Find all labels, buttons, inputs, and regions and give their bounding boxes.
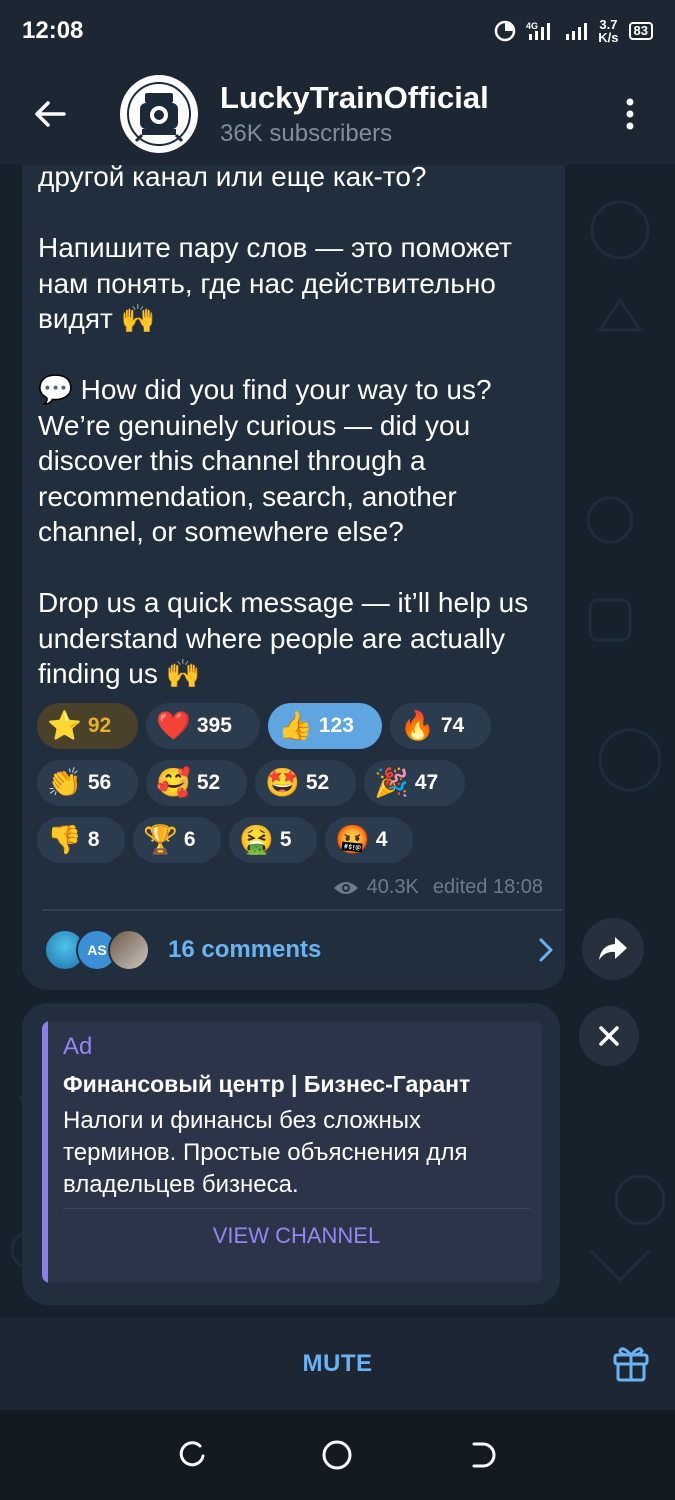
status-icons: 4G 3.7 K/s 83 xyxy=(494,18,653,44)
network-speed: 3.7 K/s xyxy=(598,17,619,45)
commenter-avatar xyxy=(108,929,150,971)
ad-label[interactable]: Ad xyxy=(63,1033,92,1061)
svg-text:4G: 4G xyxy=(526,21,538,31)
reaction-heart[interactable]: ❤️ 395 xyxy=(146,703,260,749)
bottom-bar: MUTE xyxy=(0,1317,675,1410)
chat-header: LuckyTrainOfficial 36K subscribers xyxy=(0,62,675,165)
recents-icon[interactable] xyxy=(177,1440,207,1470)
gift-icon xyxy=(613,1347,649,1382)
battery-indicator: 83 xyxy=(628,22,653,40)
train-logo-icon xyxy=(127,81,191,146)
mute-button[interactable]: MUTE xyxy=(303,1350,373,1378)
star-struck-icon: 🤩 xyxy=(265,767,300,798)
more-vertical-icon xyxy=(626,98,634,129)
reaction-fire[interactable]: 🔥 74 xyxy=(390,703,491,749)
edited-time: edited 18:08 xyxy=(432,876,543,898)
clap-icon: 👏 xyxy=(47,767,82,798)
share-arrow-icon xyxy=(599,937,627,960)
cell-signal-icon xyxy=(566,23,588,40)
close-icon xyxy=(599,1026,619,1046)
view-count: 40.3K xyxy=(366,876,419,898)
cursing-icon: 🤬 xyxy=(335,824,370,855)
reaction-star-struck[interactable]: 🤩 52 xyxy=(255,760,356,806)
status-bar: 12:08 4G 3.7 K/s 83 xyxy=(0,0,675,62)
message-bubble[interactable]: другой канал или еще как-то? Напишите па… xyxy=(22,165,565,990)
vomit-icon: 🤮 xyxy=(239,824,274,855)
chevron-right-icon xyxy=(539,938,553,962)
heart-icon: ❤️ xyxy=(156,710,191,741)
reaction-cursing[interactable]: 🤬 4 xyxy=(325,817,413,863)
cell-signal-4g-icon: 4G xyxy=(526,21,551,40)
system-navigation-bar xyxy=(0,1410,675,1500)
message-text: другой канал или еще как-то? Напишите па… xyxy=(38,165,529,689)
eye-icon xyxy=(333,881,358,894)
view-channel-button[interactable]: VIEW CHANNEL xyxy=(63,1209,530,1263)
ad-title: Финансовый центр | Бизнес-Гарант xyxy=(63,1071,471,1097)
status-time: 12:08 xyxy=(22,17,84,44)
close-ad-button[interactable] xyxy=(579,1006,639,1066)
thumbs-up-icon: 👍 xyxy=(278,710,313,741)
channel-avatar[interactable] xyxy=(120,74,198,153)
ad-accent-bar xyxy=(42,1021,48,1283)
party-popper-icon: 🎉 xyxy=(374,767,409,798)
ad-description: Налоги и финансы без сложных терминов. П… xyxy=(63,1107,468,1198)
reaction-vomit[interactable]: 🤮 5 xyxy=(229,817,317,863)
gift-button[interactable] xyxy=(612,1343,650,1388)
data-saver-icon xyxy=(495,20,516,42)
comments-button[interactable]: AS 16 comments xyxy=(44,920,554,980)
message-meta: 40.3K edited 18:08 xyxy=(333,876,543,899)
home-icon[interactable] xyxy=(321,1439,353,1471)
smiling-hearts-icon: 🥰 xyxy=(156,767,191,798)
back-arrow-icon xyxy=(35,100,66,127)
channel-name[interactable]: LuckyTrainOfficial xyxy=(220,80,489,116)
comments-count: 16 comments xyxy=(168,936,322,963)
reaction-party-popper[interactable]: 🎉 47 xyxy=(364,760,465,806)
back-button[interactable] xyxy=(0,62,100,165)
reaction-thumbs-up[interactable]: 👍 123 xyxy=(268,703,382,749)
reaction-smiling-hearts[interactable]: 🥰 52 xyxy=(146,760,247,806)
back-nav-icon[interactable] xyxy=(468,1440,498,1470)
reaction-star[interactable]: ⭐ 92 xyxy=(37,703,138,749)
share-button[interactable] xyxy=(582,918,644,980)
subscriber-count: 36K subscribers xyxy=(220,119,393,147)
reaction-thumbs-down[interactable]: 👎 8 xyxy=(37,817,125,863)
trophy-icon: 🏆 xyxy=(143,824,178,855)
ad-card[interactable]: Ad Финансовый центр | Бизнес-Гарант Нало… xyxy=(42,1021,542,1283)
fire-icon: 🔥 xyxy=(400,710,435,741)
reaction-clap[interactable]: 👏 56 xyxy=(37,760,138,806)
thumbs-down-icon: 👎 xyxy=(47,824,82,855)
star-icon: ⭐ xyxy=(47,710,82,741)
sponsored-message[interactable]: Ad Финансовый центр | Бизнес-Гарант Нало… xyxy=(22,1003,560,1305)
reaction-trophy[interactable]: 🏆 6 xyxy=(133,817,221,863)
reactions: ⭐ 92 ❤️ 395 👍 123 🔥 74 👏 56 🥰 52 🤩 52 🎉 … xyxy=(37,703,557,874)
more-options-button[interactable] xyxy=(600,62,660,165)
comments-divider xyxy=(42,909,562,911)
